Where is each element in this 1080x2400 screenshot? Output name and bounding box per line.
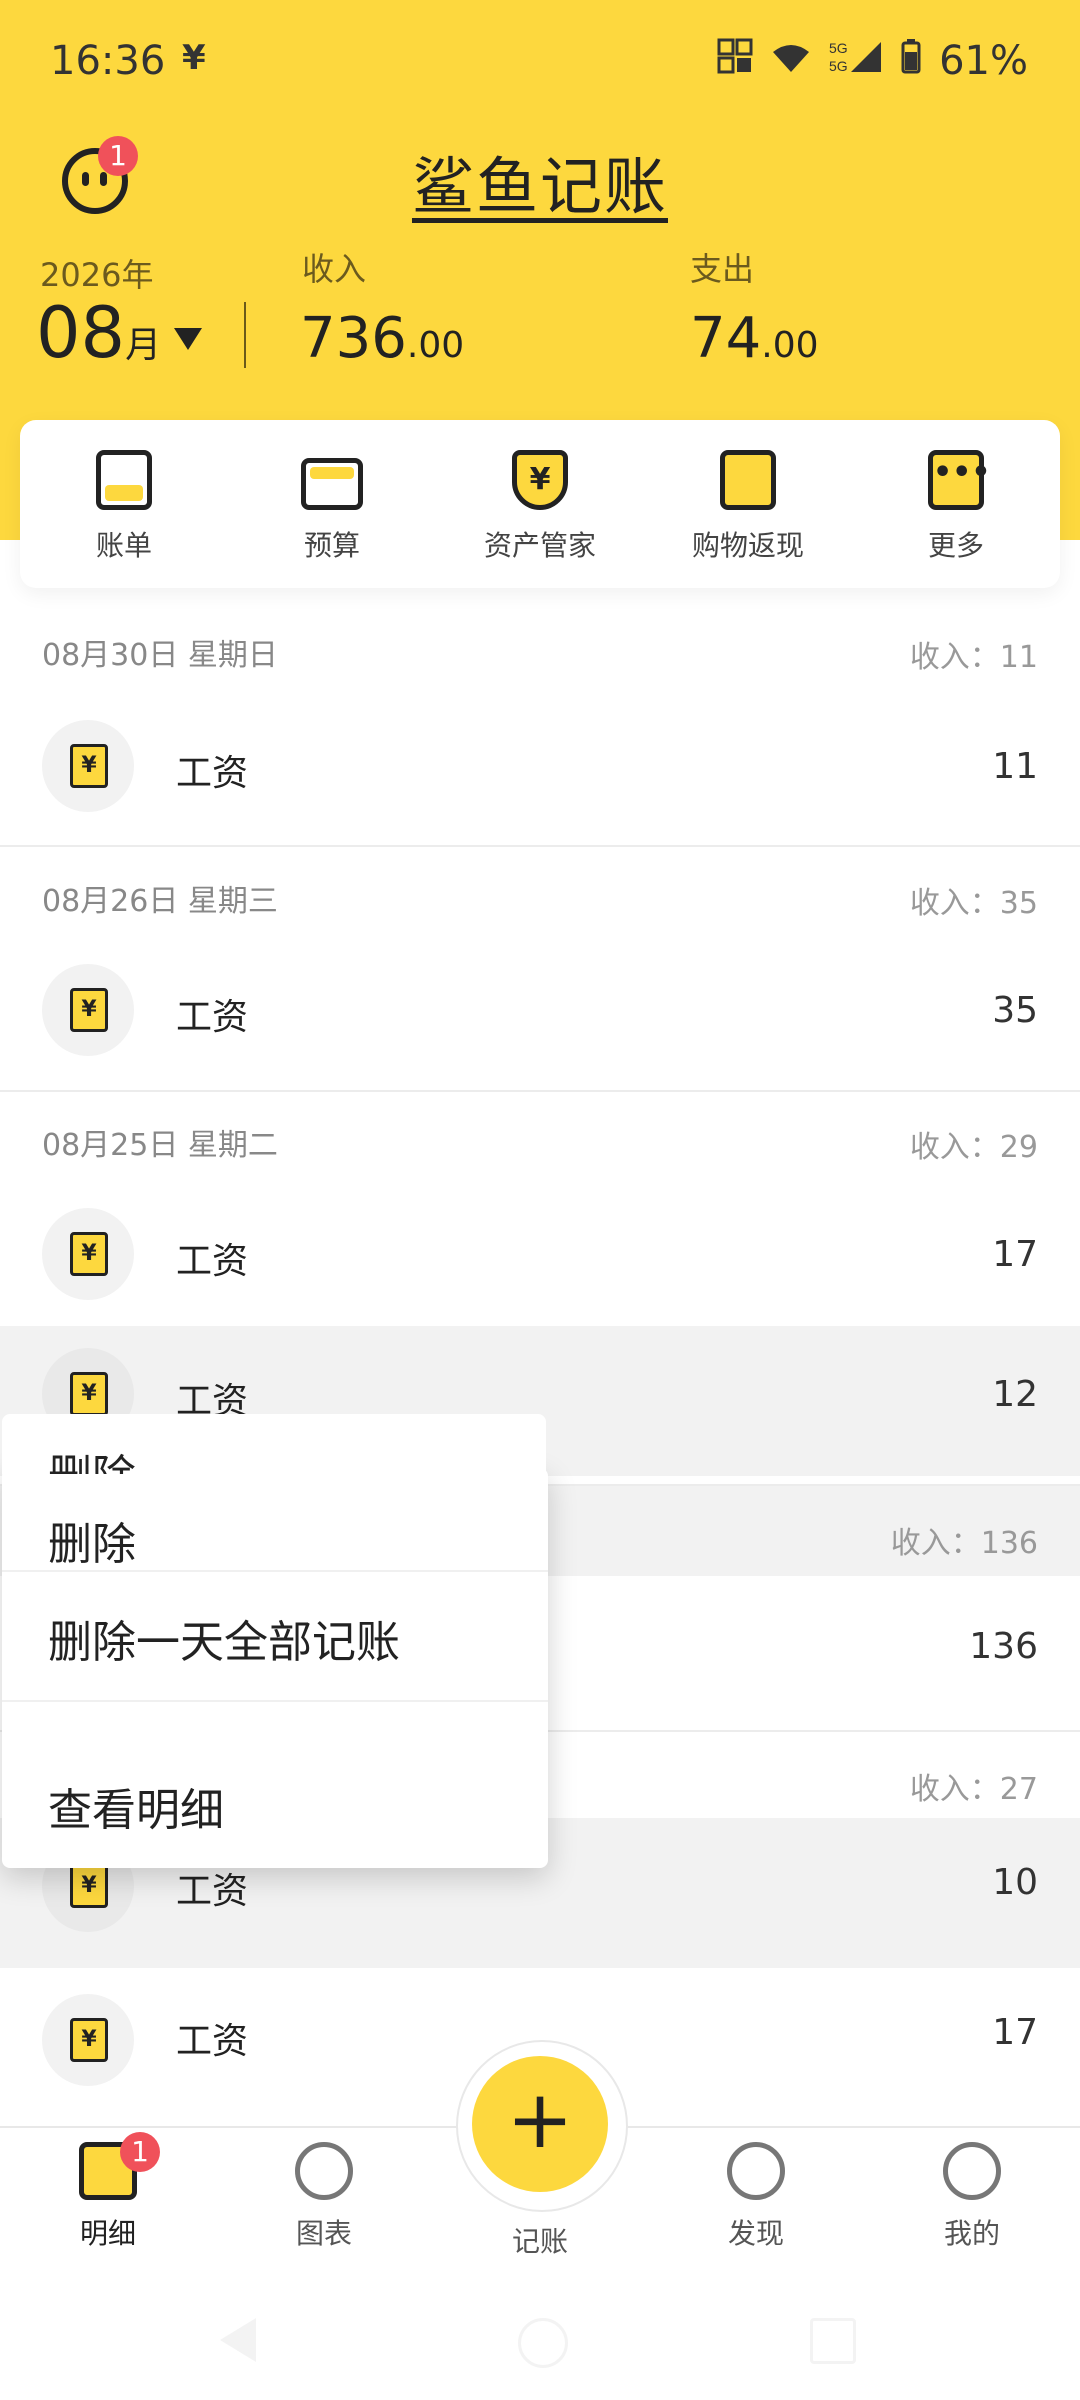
nfc-icon	[717, 38, 753, 84]
salary-category-icon: ¥	[42, 964, 134, 1056]
day-date: 08月26日 星期三	[42, 884, 278, 919]
nav-profile[interactable]: 我的	[902, 2142, 1042, 2252]
budget-wallet-icon	[301, 458, 363, 510]
context-menu-ghost: 删除	[2, 1414, 546, 1474]
nav-label: 记账	[511, 2225, 568, 2258]
item-amount: 17	[992, 2012, 1038, 2053]
quick-item-label: 资产管家	[483, 529, 596, 562]
menu-item-delete[interactable]: 删除	[48, 1508, 136, 1572]
salary-category-icon: ¥	[42, 1994, 134, 2086]
item-name: 工资	[176, 1871, 249, 1912]
income-dec: .00	[406, 325, 465, 366]
day-summary: 收入：136	[890, 1526, 1038, 1561]
nav-label: 我的	[943, 2217, 1000, 2250]
quick-item-label: 预算	[303, 529, 360, 562]
item-name: 工资	[176, 1241, 249, 1282]
day-date: 08月30日 星期日	[42, 638, 278, 673]
nav-record[interactable]: 记账	[470, 2220, 610, 2260]
planet-icon	[727, 2142, 785, 2200]
asset-shield-icon: ¥	[512, 450, 568, 510]
year-label: 2026年	[40, 256, 154, 294]
month-suffix: 月	[125, 325, 162, 366]
list-item[interactable]: ¥ 工资 11	[0, 690, 1080, 840]
item-amount: 12	[992, 1374, 1038, 1415]
svg-text:5G: 5G	[829, 40, 848, 56]
day-summary: 收入：27	[909, 1772, 1038, 1807]
nav-label: 发现	[727, 2217, 784, 2250]
more-dots-icon: •••	[928, 450, 991, 510]
item-amount: 17	[992, 1234, 1038, 1275]
item-amount: 11	[992, 746, 1038, 787]
menu-divider	[2, 1570, 548, 1572]
item-amount: 136	[969, 1626, 1038, 1667]
quick-item-bill[interactable]: 账单	[54, 450, 194, 564]
quick-item-label: 更多	[927, 529, 984, 562]
day-summary: 收入：11	[909, 640, 1038, 675]
income-label: 收入	[302, 250, 367, 288]
quick-item-more[interactable]: ••• 更多	[886, 450, 1026, 564]
quick-item-label: 购物返现	[691, 529, 804, 562]
battery-percentage: 61%	[939, 38, 1028, 84]
income-amount: 736.00	[300, 306, 464, 371]
quick-item-assets[interactable]: ¥ 资产管家	[470, 450, 610, 564]
salary-category-icon: ¥	[42, 1208, 134, 1300]
status-bar: 16:36 ¥ 5G 5G 61%	[0, 0, 1080, 125]
signal-5g-icon: 5G 5G	[829, 38, 883, 84]
item-amount: 35	[992, 990, 1038, 1031]
bill-icon	[96, 450, 152, 510]
day-summary: 收入：29	[909, 1130, 1038, 1165]
menu-divider	[2, 1700, 548, 1702]
day-header: 08月30日 星期日 收入：11	[0, 600, 1080, 690]
day-summary: 收入：35	[909, 886, 1038, 921]
shopping-bag-icon	[720, 450, 776, 510]
item-amount: 10	[992, 1862, 1038, 1903]
item-name: 工资	[176, 2021, 249, 2062]
header-divider	[244, 302, 246, 368]
day-header: 08月26日 星期三 收入：35	[0, 846, 1080, 936]
expense-int: 74	[690, 306, 762, 371]
month-selector[interactable]: 08月	[36, 292, 161, 374]
status-time: 16:36	[50, 38, 166, 84]
item-name: 工资	[176, 753, 249, 794]
profile-icon	[943, 2142, 1001, 2200]
nav-label: 明细	[79, 2217, 136, 2250]
day-date: 08月25日 星期二	[42, 1128, 278, 1163]
expense-amount: 74.00	[690, 306, 819, 371]
wifi-icon	[771, 38, 811, 84]
context-menu: 删除 删除 删除一天全部记账 查看明细	[2, 1414, 548, 1868]
app-title: 鲨鱼记账	[411, 150, 668, 223]
system-nav-bar	[0, 2276, 1080, 2400]
item-name: 工资	[176, 997, 249, 1038]
menu-item-view-detail[interactable]: 查看明细	[48, 1774, 224, 1838]
income-int: 736	[300, 306, 407, 371]
caret-down-icon[interactable]	[174, 328, 202, 350]
nav-chart[interactable]: 图表	[254, 2142, 394, 2252]
back-icon[interactable]	[220, 2318, 256, 2362]
plus-icon: +	[506, 2073, 574, 2166]
quick-item-label: 账单	[95, 529, 152, 562]
battery-icon	[901, 38, 921, 84]
yen-notification-icon: ¥	[182, 38, 206, 78]
status-right-group: 5G 5G 61%	[717, 38, 1028, 84]
quick-item-shopping[interactable]: 购物返现	[678, 450, 818, 564]
month-value: 08	[36, 292, 126, 374]
nav-badge: 1	[120, 2132, 160, 2172]
quick-menu-card: 账单 预算 ¥ 资产管家 购物返现 ••• 更多	[20, 420, 1060, 588]
home-icon[interactable]	[518, 2318, 568, 2368]
nav-label: 图表	[295, 2217, 352, 2250]
list-item[interactable]: ¥ 工资 17	[0, 1178, 1080, 1328]
list-item[interactable]: ¥ 工资 35	[0, 934, 1080, 1084]
add-record-button[interactable]: +	[472, 2056, 608, 2192]
svg-text:5G: 5G	[829, 58, 848, 74]
expense-label: 支出	[690, 250, 755, 288]
chart-icon	[295, 2142, 353, 2200]
expense-dec: .00	[761, 325, 819, 366]
menu-item-delete-day[interactable]: 删除一天全部记账	[48, 1606, 400, 1670]
day-header: 08月25日 星期二 收入：29	[0, 1090, 1080, 1180]
nav-discover[interactable]: 发现	[686, 2142, 826, 2252]
ghost-label: 删除	[48, 1440, 136, 1474]
recents-icon[interactable]	[810, 2318, 856, 2364]
salary-category-icon: ¥	[42, 720, 134, 812]
quick-item-budget[interactable]: 预算	[262, 450, 402, 564]
